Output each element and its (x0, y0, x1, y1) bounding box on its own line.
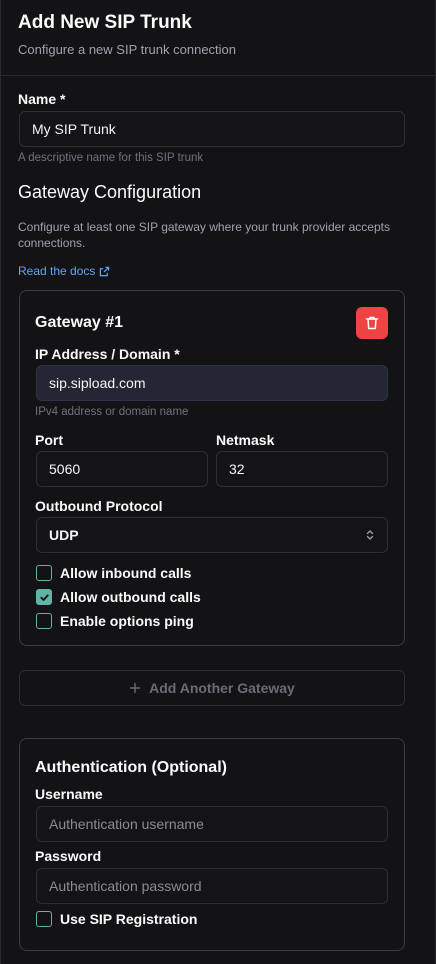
enable-options-ping-checkbox[interactable] (36, 613, 52, 629)
allow-inbound-checkbox[interactable] (36, 565, 52, 581)
address-input[interactable]: sip.sipload.com (36, 365, 388, 401)
sip-registration-checkbox-row[interactable]: Use SIP Registration (36, 911, 197, 927)
sip-registration-label: Use SIP Registration (60, 911, 198, 927)
gateway-title: Gateway #1 (35, 314, 124, 331)
plus-icon (129, 682, 141, 694)
external-link-icon (100, 266, 110, 276)
sip-trunk-panel: Add New SIP Trunk Configure a new SIP tr… (0, 0, 436, 964)
port-input[interactable]: 5060 (36, 451, 208, 487)
username-input[interactable]: Authentication username (36, 806, 388, 842)
trash-icon (365, 316, 379, 330)
netmask-label: Netmask (216, 432, 275, 448)
enable-options-ping-label: Enable options ping (60, 613, 194, 629)
allow-outbound-checkbox[interactable] (36, 589, 52, 605)
port-label: Port (35, 432, 63, 448)
address-label: IP Address / Domain * (35, 346, 180, 362)
page-subtitle: Configure a new SIP trunk connection (18, 42, 237, 57)
password-input[interactable]: Authentication password (36, 868, 388, 904)
protocol-label: Outbound Protocol (35, 498, 163, 514)
sip-registration-checkbox[interactable] (36, 911, 52, 927)
allow-inbound-label: Allow inbound calls (60, 565, 192, 581)
address-help: IPv4 address or domain name (35, 406, 189, 418)
enable-options-ping-checkbox-row[interactable]: Enable options ping (36, 613, 194, 629)
name-input[interactable]: My SIP Trunk (19, 111, 405, 147)
chevron-up-down-icon (365, 518, 375, 552)
authentication-title: Authentication (Optional) (35, 759, 227, 776)
password-label: Password (35, 848, 102, 864)
username-label: Username (35, 786, 103, 802)
add-gateway-label: Add Another Gateway (149, 680, 295, 696)
read-docs-link[interactable]: Read the docs (18, 264, 110, 278)
check-icon (39, 593, 49, 601)
panel-header: Add New SIP Trunk Configure a new SIP tr… (1, 0, 435, 76)
read-docs-label: Read the docs (18, 264, 96, 278)
protocol-select[interactable]: UDP (36, 517, 388, 553)
name-label: Name * (18, 91, 66, 107)
gateway-section-description: Configure at least one SIP gateway where… (18, 220, 390, 250)
add-gateway-button[interactable]: Add Another Gateway (19, 670, 405, 706)
name-help: A descriptive name for this SIP trunk (18, 152, 204, 164)
page-title: Add New SIP Trunk (18, 12, 192, 33)
netmask-input[interactable]: 32 (216, 451, 388, 487)
protocol-value: UDP (49, 527, 79, 543)
delete-gateway-button[interactable] (356, 307, 388, 339)
allow-outbound-label: Allow outbound calls (60, 589, 201, 605)
allow-inbound-checkbox-row[interactable]: Allow inbound calls (36, 565, 191, 581)
allow-outbound-checkbox-row[interactable]: Allow outbound calls (36, 589, 201, 605)
gateway-section-title: Gateway Configuration (18, 182, 202, 202)
